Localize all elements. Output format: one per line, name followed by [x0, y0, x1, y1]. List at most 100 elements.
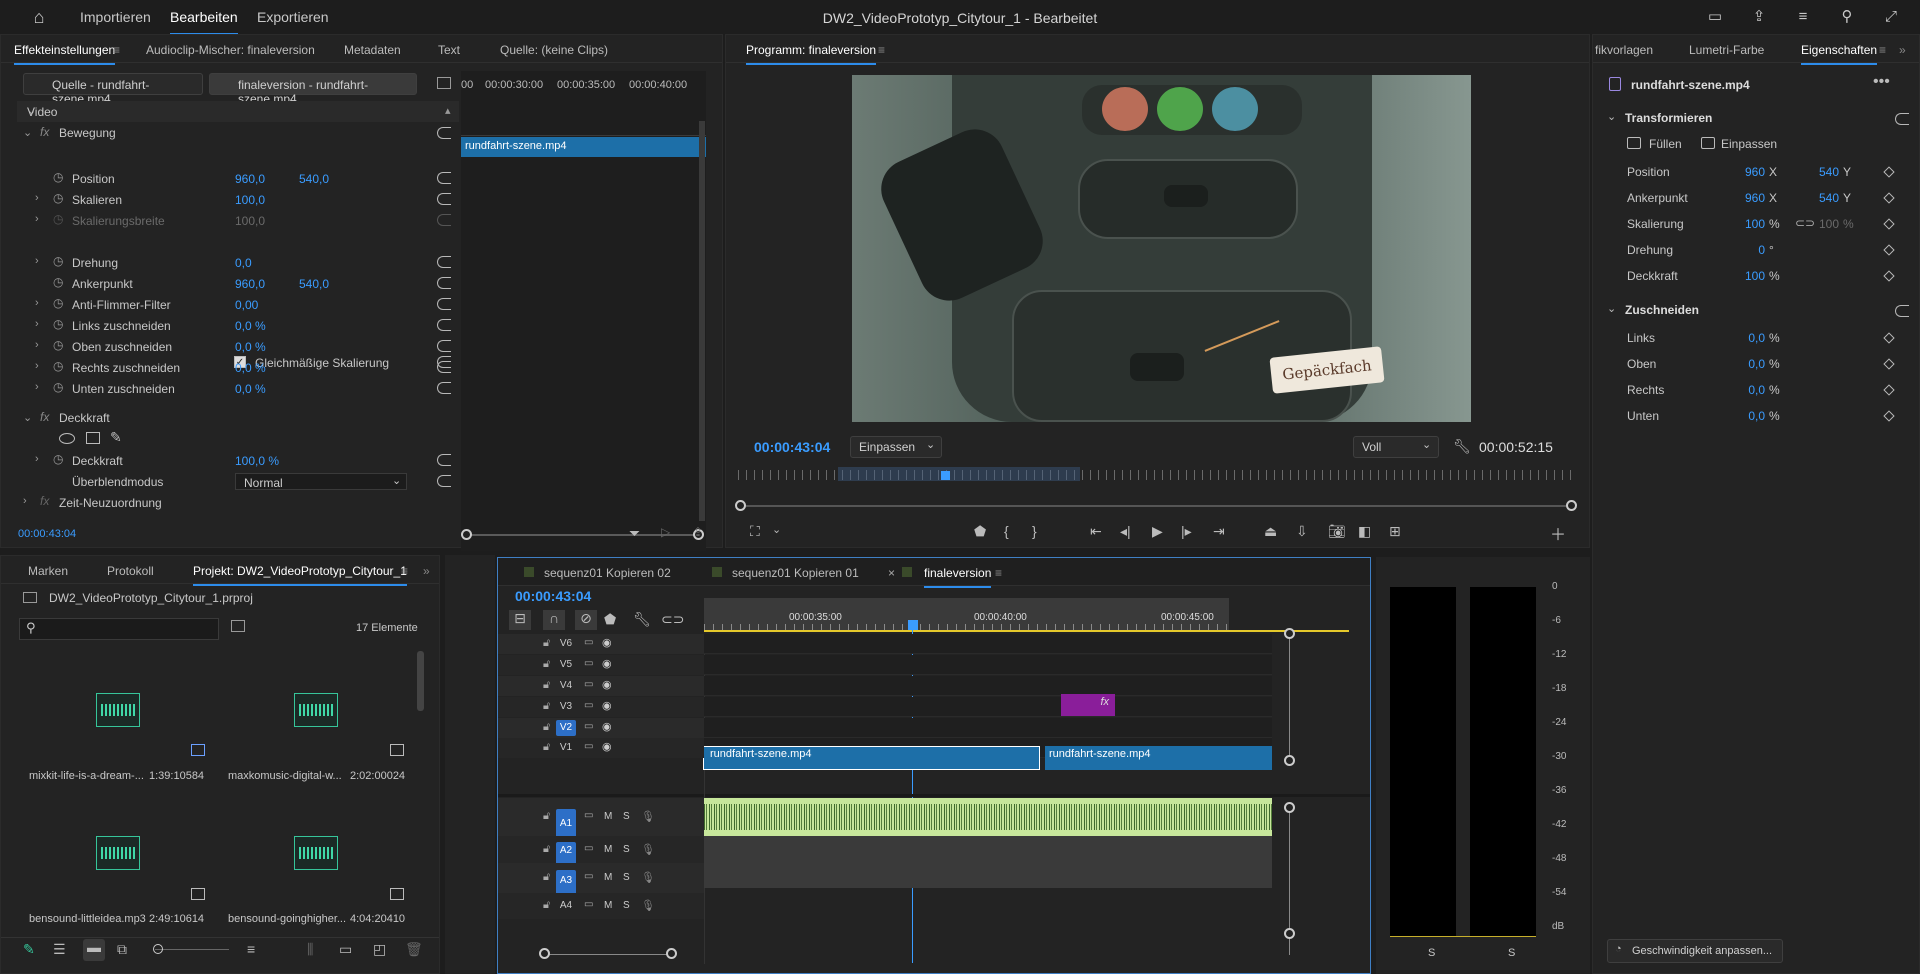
expand-chevron-icon[interactable]: ›	[35, 360, 39, 372]
zoom-slider[interactable]	[155, 949, 229, 950]
fullscreen-icon[interactable]: ⤢	[1882, 8, 1900, 26]
project-scrollbar[interactable]	[417, 651, 424, 711]
lock-icon[interactable]: 🔓︎	[543, 843, 550, 856]
track-lane-v3[interactable]	[704, 697, 1272, 717]
list-view-icon[interactable]: ☰	[53, 941, 66, 958]
microphone-icon[interactable]: 🎙︎	[641, 843, 655, 856]
program-in-out-range[interactable]	[838, 467, 1080, 481]
meter-channel-right[interactable]: S	[1508, 947, 1515, 959]
opacity-header-row[interactable]: ⌄ fx Deckkraft	[17, 408, 459, 429]
timeline-marker-icon[interactable]: ⬟	[604, 611, 616, 628]
search-input[interactable]	[19, 618, 219, 640]
mute-button[interactable]: M	[604, 811, 612, 822]
program-zoom-bar[interactable]	[738, 505, 1576, 507]
microphone-icon[interactable]: 🎙︎	[641, 810, 655, 823]
share-icon[interactable]: ⇪	[1750, 8, 1768, 26]
sync-lock-icon[interactable]: ▭	[584, 637, 593, 648]
property-value-1[interactable]: 100,0	[235, 193, 265, 207]
program-menu-icon[interactable]: ≡	[878, 43, 885, 57]
mini-scrollbar[interactable]	[699, 121, 705, 521]
timeline-timecode[interactable]: 00:00:43:04	[515, 588, 591, 604]
program-title[interactable]: Programm: finaleversion	[746, 43, 877, 65]
project-menu-icon[interactable]: ≡	[401, 564, 408, 578]
tab-sequence-01[interactable]: sequenz01 Kopieren 01	[732, 566, 859, 580]
tab-project[interactable]: Projekt: DW2_VideoPrototyp_Citytour_1	[193, 564, 407, 586]
eye-icon[interactable]: ◉	[602, 740, 612, 753]
meter-channel-left[interactable]: S	[1428, 947, 1435, 959]
sort-up-icon[interactable]: ▴	[445, 104, 451, 117]
tab-audio-mixer[interactable]: Audioclip-Mischer: finaleversion	[146, 43, 315, 57]
sync-lock-icon[interactable]: ▭	[584, 871, 593, 882]
tab-properties[interactable]: Eigenschaften	[1801, 43, 1878, 65]
effects-timecode[interactable]: 00:00:43:04	[18, 528, 76, 540]
fit-icon[interactable]	[1701, 137, 1715, 149]
expand-chevron-icon[interactable]: ›	[35, 255, 39, 267]
track-label[interactable]: A4	[556, 898, 576, 914]
tab-essential-graphics[interactable]: fikvorlagen	[1595, 43, 1653, 57]
sync-lock-icon[interactable]: ▭	[584, 658, 593, 669]
solo-button[interactable]: S	[623, 811, 630, 822]
audio-thumb-1[interactable]	[96, 693, 140, 727]
audio-thumb-2[interactable]	[294, 693, 338, 727]
property-value-1[interactable]: 0,0 %	[235, 361, 266, 375]
transform-value-1[interactable]: 960	[1741, 191, 1765, 205]
timeline-hscroll-right[interactable]	[666, 948, 677, 959]
rectangle-mask-icon[interactable]	[86, 432, 100, 444]
stopwatch-icon[interactable]: ◷	[53, 338, 63, 352]
add-marker-icon[interactable]: ⬟	[974, 523, 986, 540]
keyframe-diamond-icon[interactable]	[1883, 244, 1895, 256]
track-label[interactable]: V5	[556, 657, 576, 673]
mini-zoom-left-handle[interactable]	[461, 529, 472, 540]
lift-icon[interactable]: ⏏	[1264, 523, 1277, 540]
pen-mask-icon[interactable]: ✎	[110, 429, 122, 446]
filter-icon[interactable]: ⏷	[629, 525, 640, 542]
reset-property-icon[interactable]	[437, 361, 451, 373]
expand-chevron-icon[interactable]: ›	[35, 192, 39, 204]
clip-a-v2[interactable]: rundfahrt-szene.mp4	[703, 746, 1040, 770]
sync-lock-icon[interactable]: ▭	[584, 679, 593, 690]
property-value-1[interactable]: 0,0	[235, 256, 252, 270]
expand-chevron-icon[interactable]: ›	[35, 297, 39, 309]
eye-icon[interactable]: ◉	[602, 699, 612, 712]
transport-chevron-down-icon[interactable]: ⌄	[772, 523, 781, 536]
linked-selection-icon[interactable]: ⊘	[575, 610, 597, 630]
property-value-1[interactable]: 0,00	[235, 298, 258, 312]
solo-button[interactable]: S	[623, 844, 630, 855]
transform-value-1[interactable]: 960	[1741, 165, 1765, 179]
microphone-icon[interactable]: 🎙︎	[641, 871, 655, 884]
search-icon[interactable]: ⚲	[1838, 8, 1856, 26]
keyframe-diamond-icon[interactable]	[1883, 166, 1895, 178]
property-value-1[interactable]: 960,0	[235, 277, 265, 291]
zoom-slider-handle[interactable]	[153, 944, 163, 954]
track-label[interactable]: V4	[556, 678, 576, 694]
tab-lumetri[interactable]: Lumetri-Farbe	[1689, 43, 1764, 57]
export-frame-icon[interactable]: 📷︎	[1328, 523, 1346, 540]
toggle-timeline-icon[interactable]	[437, 77, 451, 89]
step-forward-icon[interactable]: |▸	[1181, 523, 1192, 540]
work-area-bar[interactable]	[704, 630, 1349, 632]
mini-clip[interactable]: rundfahrt-szene.mp4	[461, 137, 706, 157]
blend-chevron-down-icon[interactable]: ⌄	[392, 474, 401, 487]
stopwatch-icon[interactable]: ◷	[53, 296, 63, 310]
timeline-settings-icon[interactable]: 🔧︎	[633, 611, 651, 628]
tab-finaleversion[interactable]: finaleversion	[924, 566, 992, 588]
program-zoom-left-handle[interactable]	[735, 500, 746, 511]
blend-mode-select[interactable]: Normal	[235, 473, 407, 490]
expand-opacity-icon[interactable]: ›	[35, 453, 39, 465]
track-label[interactable]: V6	[556, 636, 576, 652]
sort-icon[interactable]: ≡	[247, 941, 255, 957]
add-button-icon[interactable]: ＋	[1550, 521, 1566, 545]
reset-property-icon[interactable]	[437, 256, 451, 268]
reset-property-icon[interactable]	[437, 277, 451, 289]
new-item-icon[interactable]: ◰	[373, 941, 386, 958]
reset-property-icon[interactable]	[437, 319, 451, 331]
tab-source[interactable]: Quelle: (keine Clips)	[500, 43, 608, 57]
expand-chevron-icon[interactable]: ›	[35, 339, 39, 351]
sync-lock-icon[interactable]: ▭	[584, 810, 593, 821]
reset-property-icon[interactable]	[437, 298, 451, 310]
fill-label[interactable]: Füllen	[1649, 137, 1682, 151]
track-lane-v2[interactable]	[704, 718, 1272, 738]
keyframe-diamond-icon[interactable]	[1883, 218, 1895, 230]
eye-icon[interactable]: ◉	[602, 636, 612, 649]
sync-lock-icon[interactable]: ▭	[584, 899, 593, 910]
